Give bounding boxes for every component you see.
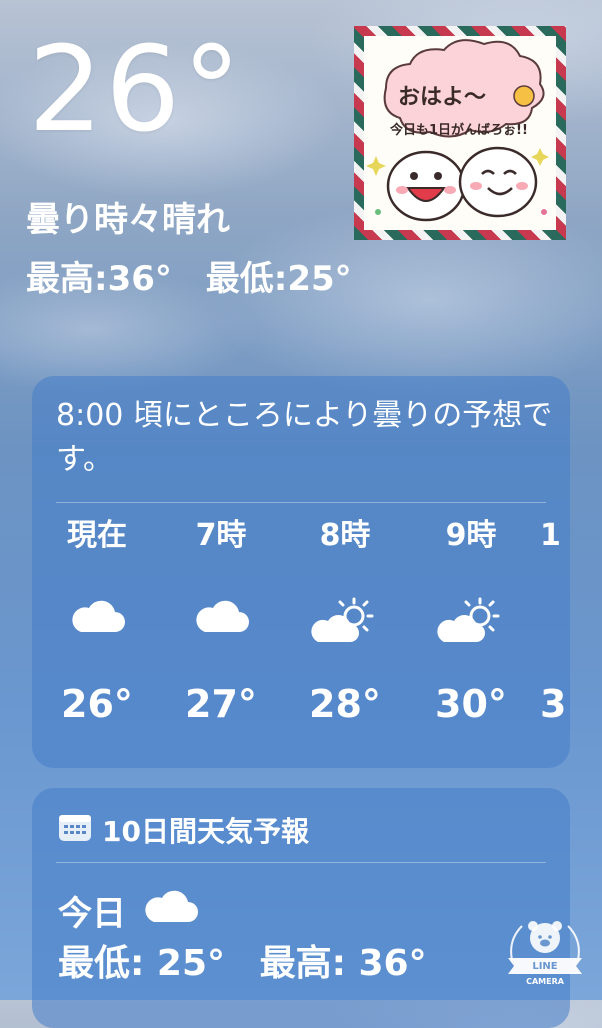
hour-label: 8時 bbox=[319, 518, 371, 553]
sticker-illustration: おはよ〜 今日も1日がんばろぉ!! bbox=[366, 39, 549, 222]
sticker-greeting: おはよ〜 bbox=[398, 85, 486, 110]
daily-header: 10日間天気予報 bbox=[58, 810, 309, 850]
current-low: 最低:25° bbox=[205, 259, 352, 299]
hour-label: 7時 bbox=[195, 518, 247, 553]
calendar-icon bbox=[58, 812, 92, 849]
daily-forecast-card[interactable]: 10日間天気予報 今日 最低: 25° 最高: 36° bbox=[32, 788, 570, 1028]
hourly-summary: 8:00 頃にところにより曇りの予想です。 bbox=[56, 398, 553, 477]
line-camera-watermark: LINE CAMERA bbox=[504, 908, 586, 990]
current-high: 最高:36° bbox=[26, 259, 172, 299]
hourly-forecast-card[interactable]: 8:00 頃にところにより曇りの予想です。 現在 26° 7時 27° 8時 2… bbox=[32, 376, 570, 768]
today-low: 最低: 25° bbox=[58, 943, 226, 984]
hour-label: 9時 bbox=[445, 518, 497, 553]
hour-temp: 26° bbox=[61, 682, 133, 726]
partly-sunny-icon bbox=[290, 596, 400, 656]
hour-label: 現在 bbox=[67, 518, 127, 553]
hour-temp: 28° bbox=[309, 682, 381, 726]
current-high-low: 最高:36° 最低:25° bbox=[26, 262, 352, 296]
hourly-strip[interactable]: 現在 26° 7時 27° 8時 28° 9時 30° 1 3 bbox=[32, 516, 570, 756]
daily-divider bbox=[56, 862, 546, 863]
hour-temp: 27° bbox=[185, 682, 257, 726]
today-high: 最高: 36° bbox=[259, 943, 427, 984]
today-range: 最低: 25° 最高: 36° bbox=[58, 934, 427, 986]
hour-item: 8時 28° bbox=[290, 516, 400, 726]
svg-text:CAMERA: CAMERA bbox=[526, 977, 565, 986]
sticker-canvas: おはよ〜 今日も1日がんばろぉ!! bbox=[364, 36, 556, 230]
current-temperature: 26° bbox=[28, 20, 244, 158]
hour-label: 1 bbox=[540, 518, 561, 553]
hour-item: 9時 30° bbox=[416, 516, 526, 726]
greeting-sticker: おはよ〜 今日も1日がんばろぉ!! bbox=[354, 26, 566, 240]
hour-icon-cut bbox=[540, 596, 570, 656]
hour-item: 1 3 bbox=[540, 516, 570, 726]
today-label: 今日 bbox=[58, 894, 126, 934]
daily-header-label: 10日間天気予報 bbox=[102, 815, 309, 848]
today-row[interactable]: 今日 bbox=[58, 886, 200, 935]
hour-item: 7時 27° bbox=[166, 516, 276, 726]
hour-item: 現在 26° bbox=[42, 516, 152, 726]
current-condition: 曇り時々晴れ bbox=[26, 200, 230, 240]
cloud-icon bbox=[140, 886, 200, 935]
hour-temp: 30° bbox=[435, 682, 507, 726]
cloud-icon bbox=[42, 596, 152, 656]
hourly-divider bbox=[56, 502, 546, 503]
hour-temp: 3 bbox=[540, 682, 567, 726]
partly-sunny-icon bbox=[416, 596, 526, 656]
sticker-message: 今日も1日がんばろぉ!! bbox=[389, 122, 528, 138]
svg-text:LINE: LINE bbox=[532, 961, 557, 972]
cloud-icon bbox=[166, 596, 276, 656]
